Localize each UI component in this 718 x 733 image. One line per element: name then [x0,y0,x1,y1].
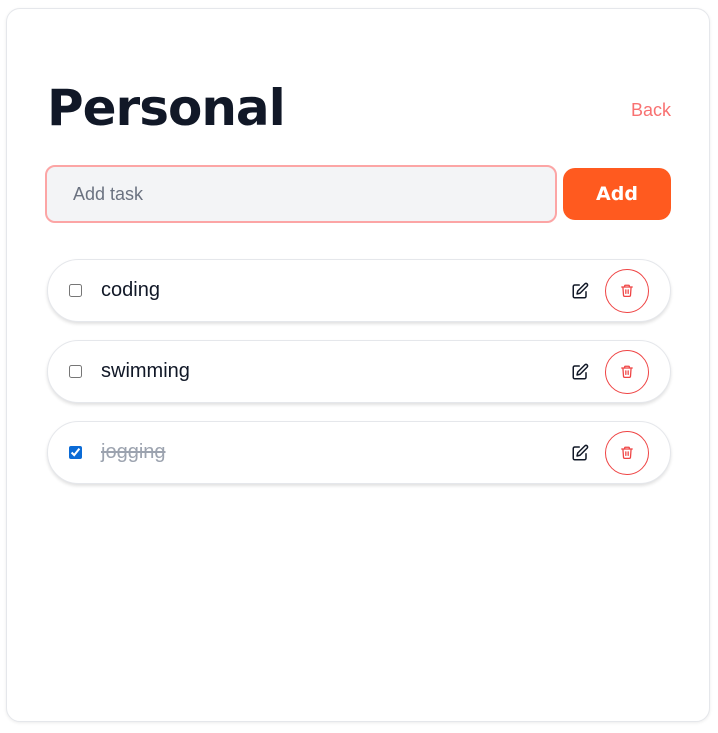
trash-icon [621,446,633,459]
delete-button[interactable] [605,349,649,394]
add-button[interactable]: Add [563,168,671,220]
task-label: coding [101,279,160,301]
delete-button[interactable] [605,430,649,475]
trash-icon [621,365,633,378]
task-label: jogging [101,441,166,463]
task-item: coding [47,259,671,322]
add-task-input[interactable] [45,165,557,223]
edit-icon[interactable] [569,442,591,464]
task-checkbox[interactable] [69,365,82,378]
edit-icon[interactable] [569,280,591,302]
trash-icon [621,284,633,297]
edit-icon[interactable] [569,361,591,383]
task-list: coding swimming jogging [47,259,671,502]
task-label: swimming [101,360,190,382]
task-checkbox[interactable] [69,446,82,459]
back-link[interactable]: Back [631,100,671,121]
task-item: swimming [47,340,671,403]
delete-button[interactable] [605,268,649,313]
page-title: Personal [47,79,286,137]
header: Personal Back [47,73,671,143]
task-card: Personal Back Add coding [6,8,710,722]
task-item: jogging [47,421,671,484]
task-checkbox[interactable] [69,284,82,297]
add-task-form: Add [45,165,671,223]
